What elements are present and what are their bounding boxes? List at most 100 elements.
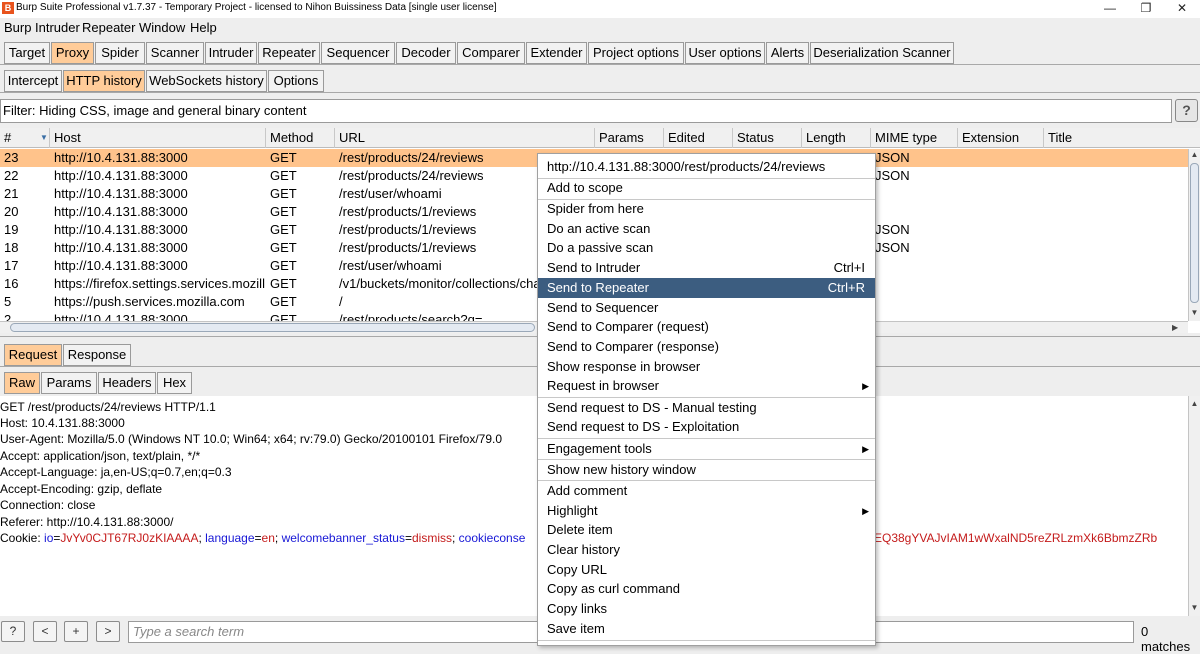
close-icon[interactable]: ✕ — [1164, 0, 1200, 18]
tab-project-options[interactable]: Project options — [588, 42, 684, 64]
menu-shortcut: Ctrl+I — [833, 260, 865, 275]
search-help-button[interactable]: ? — [1, 621, 25, 642]
menu-show-response-in-browser[interactable]: Show response in browser — [538, 357, 875, 377]
menu-label: Engagement tools — [547, 441, 652, 456]
menu-send-to-intruder[interactable]: Send to Intruder Ctrl+I — [538, 258, 875, 278]
menu-new-history-window[interactable]: Show new history window — [538, 460, 875, 480]
search-prev-button[interactable]: < — [33, 621, 57, 642]
tab-user-options[interactable]: User options — [685, 42, 765, 64]
scroll-down-icon[interactable]: ▼ — [1189, 307, 1200, 319]
submenu-arrow-icon: ▶ — [862, 381, 869, 391]
menu-ds-manual-testing[interactable]: Send request to DS - Manual testing — [538, 398, 875, 418]
help-button[interactable]: ? — [1175, 99, 1198, 122]
menu-copy-as-curl[interactable]: Copy as curl command — [538, 579, 875, 599]
menu-compare-response[interactable]: Send to Comparer (response) — [538, 337, 875, 357]
header-line: Host: 10.4.131.88:3000 — [0, 416, 125, 430]
menu-send-to-sequencer[interactable]: Send to Sequencer — [538, 298, 875, 318]
cell-host: http://10.4.131.88:3000 — [54, 168, 188, 183]
tab-request[interactable]: Request — [4, 344, 62, 366]
tab-intruder[interactable]: Intruder — [205, 42, 257, 64]
menu-clear-history[interactable]: Clear history — [538, 540, 875, 560]
scroll-thumb[interactable] — [1190, 163, 1199, 303]
col-title[interactable]: Title — [1044, 128, 1200, 148]
col-length[interactable]: Length — [802, 128, 871, 148]
col-edited[interactable]: Edited — [664, 128, 733, 148]
divider — [0, 64, 1200, 65]
menu-save-item[interactable]: Save item — [538, 619, 875, 639]
col-number[interactable]: # ▼ — [0, 128, 50, 148]
menu-send-to-repeater[interactable]: Send to Repeater Ctrl+R — [538, 278, 875, 298]
cell-number: 22 — [4, 168, 19, 183]
tab-comparer[interactable]: Comparer — [457, 42, 525, 64]
scroll-right-icon[interactable]: ▶ — [1172, 322, 1178, 333]
cookie-name: cookieconse — [458, 531, 526, 545]
menu-add-to-scope[interactable]: Add to scope — [538, 178, 875, 198]
submenu-arrow-icon: ▶ — [862, 444, 869, 454]
tab-extender[interactable]: Extender — [526, 42, 587, 64]
search-add-button[interactable]: + — [64, 621, 88, 642]
cell-host: http://10.4.131.88:3000 — [54, 150, 188, 165]
tab-response[interactable]: Response — [63, 344, 131, 366]
scroll-up-icon[interactable]: ▲ — [1189, 149, 1200, 161]
menu-label: Highlight — [547, 503, 598, 518]
tab-alerts[interactable]: Alerts — [766, 42, 809, 64]
menu-ds-exploitation[interactable]: Send request to DS - Exploitation — [538, 417, 875, 437]
scroll-down-icon[interactable]: ▼ — [1189, 602, 1200, 614]
cell-number: 21 — [4, 186, 19, 201]
tab-sequencer[interactable]: Sequencer — [321, 42, 395, 64]
menu-copy-url[interactable]: Copy URL — [538, 560, 875, 580]
col-params[interactable]: Params — [595, 128, 664, 148]
menu-help[interactable]: Help — [190, 20, 217, 35]
menu-repeater[interactable]: Repeater — [82, 20, 135, 35]
menu-engagement-tools[interactable]: Engagement tools ▶ — [538, 439, 875, 459]
tab-hex[interactable]: Hex — [157, 372, 192, 394]
tab-spider[interactable]: Spider — [95, 42, 145, 64]
menu-request-in-browser[interactable]: Request in browser ▶ — [538, 376, 875, 396]
menu-highlight[interactable]: Highlight ▶ — [538, 501, 875, 521]
menu-intruder[interactable]: Intruder — [35, 20, 80, 35]
search-next-button[interactable]: > — [96, 621, 120, 642]
tab-raw[interactable]: Raw — [4, 372, 40, 394]
table-vertical-scrollbar[interactable]: ▲ ▼ — [1188, 149, 1200, 321]
tab-intercept[interactable]: Intercept — [4, 70, 62, 92]
menu-header-url: http://10.4.131.88:3000/rest/products/24… — [547, 159, 826, 174]
maximize-icon[interactable]: ❐ — [1128, 0, 1164, 18]
scroll-thumb[interactable] — [10, 323, 535, 332]
menu-add-comment[interactable]: Add comment — [538, 481, 875, 501]
col-url[interactable]: URL — [335, 128, 595, 148]
menu-burp[interactable]: Burp — [4, 20, 31, 35]
editor-vertical-scrollbar[interactable]: ▲ ▼ — [1188, 396, 1200, 616]
tab-params[interactable]: Params — [41, 372, 97, 394]
tab-http-history[interactable]: HTTP history — [63, 70, 145, 92]
tab-target[interactable]: Target — [4, 42, 50, 64]
col-extension[interactable]: Extension — [958, 128, 1044, 148]
menu-compare-request[interactable]: Send to Comparer (request) — [538, 317, 875, 337]
col-mime-type[interactable]: MIME type — [871, 128, 958, 148]
menu-copy-links[interactable]: Copy links — [538, 599, 875, 619]
title-bar: B Burp Suite Professional v1.7.37 - Temp… — [0, 0, 1200, 18]
scroll-up-icon[interactable]: ▲ — [1189, 398, 1200, 410]
tab-proxy[interactable]: Proxy — [51, 42, 94, 64]
cell-number: 5 — [4, 294, 12, 309]
tab-scanner[interactable]: Scanner — [146, 42, 204, 64]
menu-passive-scan[interactable]: Do a passive scan — [538, 238, 875, 258]
tab-decoder[interactable]: Decoder — [396, 42, 456, 64]
tab-websockets-history[interactable]: WebSockets history — [146, 70, 267, 92]
menu-delete-item[interactable]: Delete item — [538, 520, 875, 540]
tab-options[interactable]: Options — [268, 70, 324, 92]
filter-bar[interactable]: Filter: Hiding CSS, image and general bi… — [0, 99, 1172, 123]
col-status[interactable]: Status — [733, 128, 802, 148]
col-method[interactable]: Method — [266, 128, 335, 148]
menu-spider-from-here[interactable]: Spider from here — [538, 199, 875, 219]
tab-repeater[interactable]: Repeater — [258, 42, 320, 64]
cookie-value: JvYv0CJT67RJ0zKIAAAA — [60, 531, 199, 545]
cookie-name: language — [205, 531, 255, 545]
menu-window[interactable]: Window — [139, 20, 185, 35]
tab-headers[interactable]: Headers — [98, 372, 156, 394]
menu-active-scan[interactable]: Do an active scan — [538, 219, 875, 239]
tab-deserialization-scanner[interactable]: Deserialization Scanner — [810, 42, 954, 64]
minimize-icon[interactable]: — — [1092, 0, 1128, 18]
cell-mime — [871, 203, 958, 221]
cell-mime: JSON — [875, 168, 910, 183]
col-host[interactable]: Host — [50, 128, 266, 148]
